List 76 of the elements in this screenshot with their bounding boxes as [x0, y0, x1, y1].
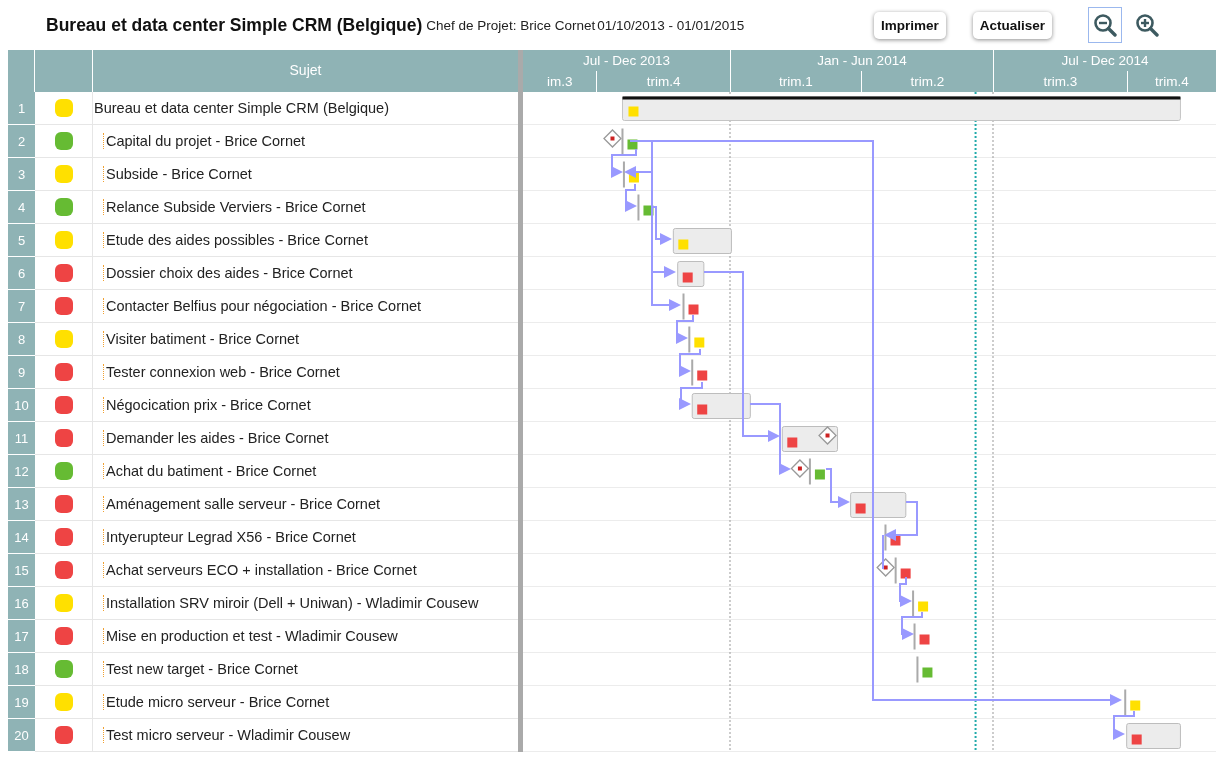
row-number: 7	[8, 290, 35, 323]
task-name[interactable]: Mise en production et test - Wladimir Cousew	[103, 628, 398, 644]
row-number: 19	[8, 686, 35, 719]
task-name[interactable]: Etude des aides possibles - Brice Cornet	[103, 232, 368, 248]
task-bar[interactable]	[850, 492, 907, 518]
task-marker[interactable]	[1124, 689, 1141, 716]
dependency-line	[1113, 710, 1135, 740]
row-number: 3	[8, 158, 35, 191]
task-name[interactable]: Test new target - Brice Cornet	[103, 661, 298, 677]
quarter-label: trim.1	[779, 74, 813, 89]
task-name[interactable]: Bureau et data center Simple CRM (Belgique)	[94, 100, 389, 116]
row-number: 1	[8, 92, 35, 125]
task-name[interactable]: Contacter Belfius pour négociation - Brice Cornet	[103, 298, 422, 314]
task-bar[interactable]	[677, 261, 705, 287]
task-name[interactable]: Intyerupteur Legrad X56 - Brice Cornet	[103, 529, 356, 545]
task-marker[interactable]	[682, 293, 699, 320]
task-name[interactable]: Achat serveurs ECO + installation - Brice Cornet	[103, 562, 417, 578]
row-number: 13	[8, 488, 35, 521]
row-number: 5	[8, 224, 35, 257]
task-marker[interactable]	[894, 557, 911, 584]
task-marker[interactable]	[688, 326, 705, 353]
task-name[interactable]: Visiter batiment - Brice Cornet	[103, 331, 300, 347]
quarter-label: trim.3	[1043, 74, 1078, 89]
task-name[interactable]: Achat du batiment - Brice Cornet	[103, 463, 317, 479]
project-period: 01/10/2013 - 01/01/2015	[597, 17, 745, 33]
task-name[interactable]: Aménagement salle serveur - Brice Cornet	[103, 496, 380, 512]
quarter-label: im.3	[546, 74, 573, 89]
row-number: 20	[8, 719, 35, 752]
row-number: 8	[8, 323, 35, 356]
task-marker[interactable]	[808, 458, 825, 485]
task-marker[interactable]	[916, 656, 933, 683]
task-bar[interactable]	[1126, 723, 1181, 749]
task-marker[interactable]	[622, 161, 639, 188]
row-number: 18	[8, 653, 35, 686]
task-name[interactable]: Dossier choix des aides - Brice Cornet	[103, 265, 353, 281]
task-bar[interactable]	[691, 393, 751, 419]
row-number: 6	[8, 257, 35, 290]
row-number: 9	[8, 356, 35, 389]
print-button[interactable]: Imprimer	[873, 11, 946, 39]
task-marker[interactable]	[691, 359, 708, 386]
task-name[interactable]: Subside - Brice Cornet	[103, 166, 252, 182]
project-title: Bureau et data center Simple CRM (Belgique)	[46, 14, 423, 36]
task-marker[interactable]	[884, 524, 901, 551]
period-label: Jan - Jun 2014	[817, 53, 907, 68]
task-marker[interactable]	[913, 623, 930, 650]
task-name[interactable]: Capital du projet - Brice Cornet	[103, 133, 306, 149]
row-number: 16	[8, 587, 35, 620]
refresh-button[interactable]: Actualiser	[972, 11, 1052, 39]
task-marker[interactable]	[912, 590, 929, 617]
row-number: 11	[8, 422, 35, 455]
task-marker[interactable]	[621, 128, 638, 155]
zoom-in-icon	[1135, 13, 1159, 37]
row-number: 14	[8, 521, 35, 554]
task-name[interactable]: Etude micro serveur - Brice Cornet	[103, 694, 330, 710]
period-label: Jul - Dec 2014	[1061, 53, 1149, 68]
quarter-label: trim.4	[646, 74, 681, 89]
task-name[interactable]: Installation SRV miroir (Dell + Uniwan) - Wladimir Cousew	[103, 595, 479, 611]
quarter-label: trim.4	[1154, 74, 1189, 89]
zoom-out-icon	[1093, 13, 1117, 37]
quarter-label: trim.2	[910, 74, 945, 89]
task-name[interactable]: Tester connexion web - Brice Cornet	[103, 364, 340, 380]
row-number: 2	[8, 125, 35, 158]
row-number: 12	[8, 455, 35, 488]
row-number: 15	[8, 554, 35, 587]
row-number: 10	[8, 389, 35, 422]
row-number: 17	[8, 620, 35, 653]
row-number: 4	[8, 191, 35, 224]
period-label: Jul - Dec 2013	[582, 53, 670, 68]
summary-bar[interactable]	[622, 96, 1181, 121]
task-name[interactable]: Négocication prix - Brice Cornet	[103, 397, 311, 413]
task-name[interactable]: Test micro serveur - Wladimir Cousew	[103, 727, 351, 743]
task-marker[interactable]	[637, 194, 654, 221]
project-manager: Chef de Projet: Brice Cornet	[426, 17, 596, 33]
zoom-out-button[interactable]	[1088, 7, 1122, 43]
task-name[interactable]: Relance Subside Verviers - Brice Cornet	[103, 199, 366, 215]
task-name[interactable]: Demander les aides - Brice Cornet	[103, 430, 329, 446]
